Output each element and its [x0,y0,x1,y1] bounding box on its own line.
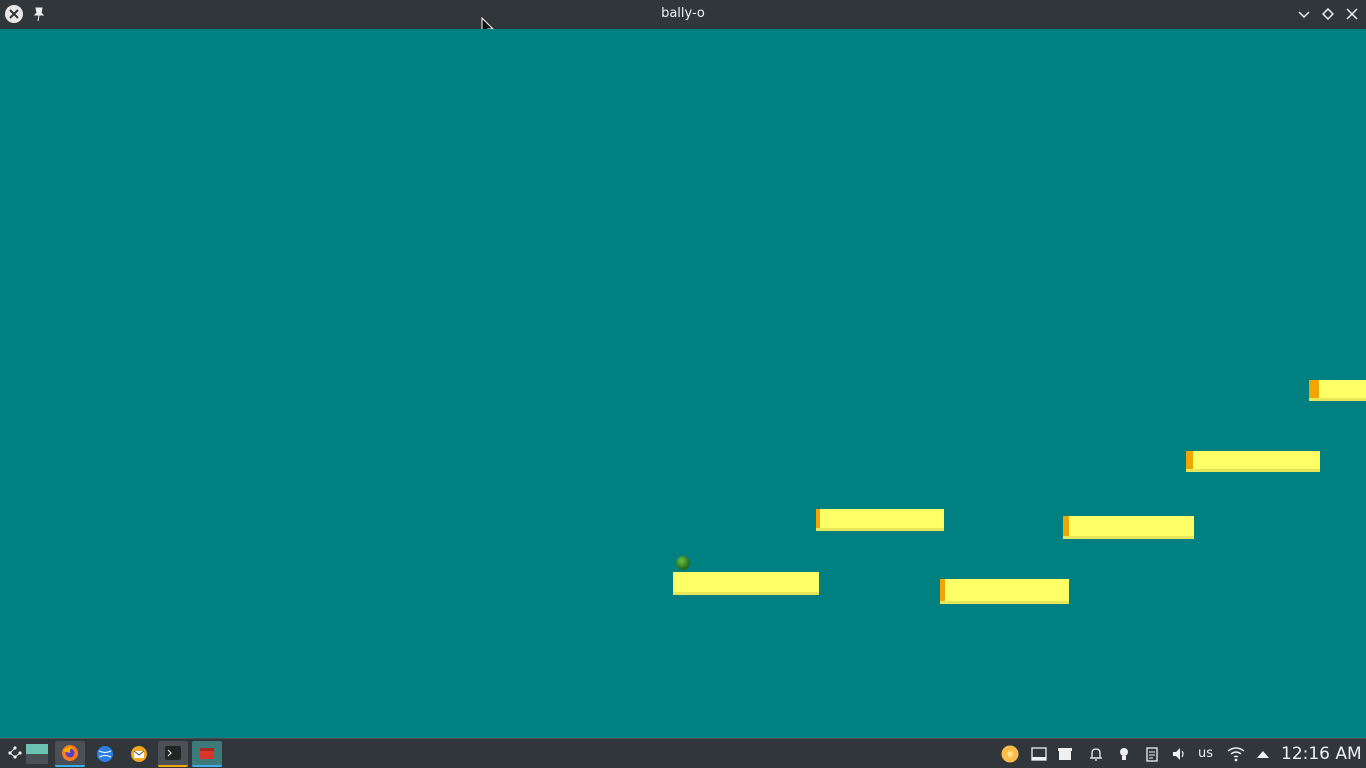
desktop-pager-icon[interactable] [22,741,52,767]
clipboard-icon[interactable] [1143,745,1161,763]
display-icon[interactable] [1030,745,1048,763]
terminal-icon[interactable] [158,741,188,767]
platform [1063,516,1194,539]
firefox-icon[interactable] [55,741,85,767]
close-icon[interactable] [1344,6,1360,22]
platform [1186,451,1320,472]
minimize-icon[interactable] [1296,6,1312,22]
player-ball [676,556,690,570]
platform [1309,380,1366,401]
files-icon[interactable] [1056,745,1074,763]
platform [940,579,1069,604]
wifi-icon[interactable] [1227,745,1245,763]
platform [816,509,944,531]
maximize-icon[interactable] [1320,6,1336,22]
taskbar: us 12:16 AM [0,738,1366,768]
thunderbird-icon[interactable] [124,741,154,767]
game-canvas[interactable] [0,29,1366,738]
clock[interactable]: 12:16 AM [1281,744,1362,764]
volume-icon[interactable] [1170,745,1188,763]
window-titlebar[interactable]: bally-o [0,0,1366,29]
updates-icon[interactable] [1001,745,1019,763]
light-icon[interactable] [1115,745,1133,763]
game-window-icon[interactable] [192,741,222,767]
platform [673,572,819,595]
tray-expand-icon[interactable] [1254,745,1272,763]
alarm-icon[interactable] [1087,745,1105,763]
browser-globe-icon[interactable] [90,741,120,767]
keyboard-layout-indicator[interactable]: us [1198,746,1213,761]
window-title: bally-o [661,6,705,21]
